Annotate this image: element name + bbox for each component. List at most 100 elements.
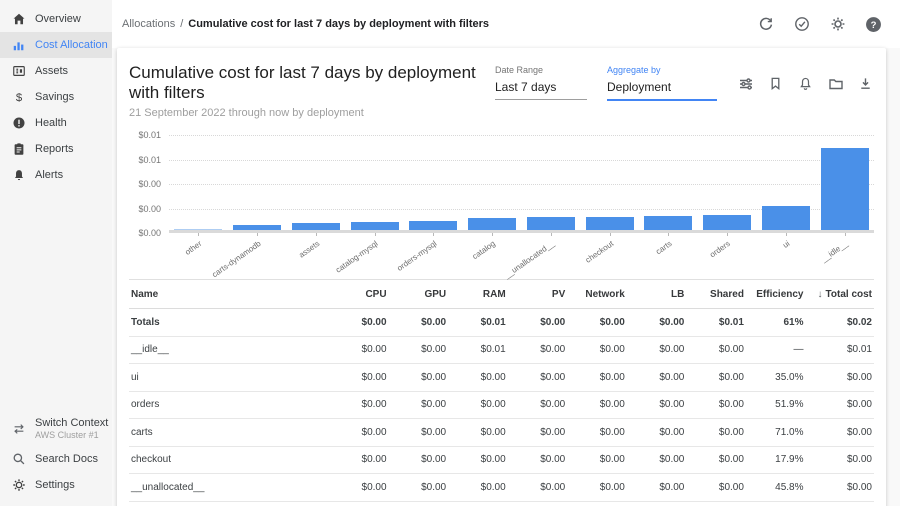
column-header-name[interactable]: Name [129, 289, 329, 300]
help-icon[interactable]: ? [865, 16, 882, 33]
column-header-cpu[interactable]: CPU [329, 289, 389, 300]
filters-tune-icon[interactable] [737, 75, 754, 92]
table-row-unallocated[interactable]: __unallocated__$0.00$0.00$0.00$0.00$0.00… [129, 474, 874, 502]
folder-icon[interactable] [827, 75, 844, 92]
row-value: $0.00 [508, 317, 568, 328]
bar-catalog[interactable] [468, 218, 516, 230]
row-value: 61% [746, 317, 806, 328]
cost-table: NameCPUGPURAMPVNetworkLBSharedEfficiency… [129, 279, 874, 506]
x-axis-label: assets [297, 239, 321, 260]
y-tick-label: $0.00 [138, 228, 161, 238]
sidebar-item-savings[interactable]: $Savings [0, 84, 112, 110]
row-value: $0.00 [448, 427, 508, 438]
table-row-carts[interactable]: carts$0.00$0.00$0.00$0.00$0.00$0.00$0.00… [129, 419, 874, 447]
row-value: $0.00 [389, 344, 449, 355]
health-icon [12, 116, 26, 130]
table-row-catalog[interactable]: catalog$0.00$0.00$0.00$0.00$0.00$0.00$0.… [129, 502, 874, 506]
row-value: — [746, 344, 806, 355]
row-value: $0.00 [806, 482, 875, 493]
bar-checkout[interactable] [586, 217, 634, 230]
row-name: orders [129, 399, 329, 410]
table-row-orders[interactable]: orders$0.00$0.00$0.00$0.00$0.00$0.00$0.0… [129, 392, 874, 420]
sidebar-item-reports[interactable]: Reports [0, 136, 112, 162]
x-tick [198, 233, 199, 236]
gear-icon [12, 478, 26, 492]
sidebar-nav: OverviewCost AllocationAssets$SavingsHea… [0, 6, 112, 188]
table-row-ui[interactable]: ui$0.00$0.00$0.00$0.00$0.00$0.00$0.0035.… [129, 364, 874, 392]
sidebar-item-switch-context[interactable]: Switch Context AWS Cluster #1 [0, 411, 112, 446]
row-value: $0.00 [508, 344, 568, 355]
sidebar-bottom: Switch Context AWS Cluster #1 Search Doc… [0, 411, 112, 498]
assets-icon [12, 64, 26, 78]
search-docs-label: Search Docs [35, 453, 98, 465]
bell-icon[interactable] [797, 75, 814, 92]
sidebar-item-label: Reports [35, 143, 74, 155]
bar-carts[interactable] [644, 216, 692, 230]
x-tick [610, 233, 611, 236]
refresh-icon[interactable] [757, 16, 774, 33]
sort-descending-icon: ↓ [818, 289, 823, 300]
x-axis-label: other [183, 239, 203, 257]
sidebar-item-alerts[interactable]: Alerts [0, 162, 112, 188]
bookmark-icon[interactable] [767, 75, 784, 92]
column-header-ram[interactable]: RAM [448, 289, 508, 300]
aggregate-select[interactable]: Deployment [607, 78, 717, 101]
sidebar-item-cost-allocation[interactable]: Cost Allocation [0, 32, 112, 58]
bars-row [169, 135, 874, 230]
card-header: Cumulative cost for last 7 days by deplo… [129, 63, 874, 119]
row-value: $0.00 [329, 317, 389, 328]
row-value: $0.00 [567, 344, 627, 355]
row-value: $0.00 [686, 454, 746, 465]
row-value: $0.00 [329, 372, 389, 383]
table-row-idle[interactable]: __idle__$0.00$0.00$0.01$0.00$0.00$0.00$0… [129, 337, 874, 365]
column-header-lb[interactable]: LB [627, 289, 687, 300]
bar-assets[interactable] [292, 223, 340, 230]
sidebar-item-health[interactable]: Health [0, 110, 112, 136]
table-row-totals[interactable]: Totals$0.00$0.00$0.01$0.00$0.00$0.00$0.0… [129, 309, 874, 337]
row-value: $0.00 [627, 317, 687, 328]
row-name: checkout [129, 454, 329, 465]
row-value: $0.00 [329, 454, 389, 465]
breadcrumb: Allocations / Cumulative cost for last 7… [122, 18, 489, 30]
bar-ui[interactable] [762, 206, 810, 231]
date-range-select[interactable]: Last 7 days [495, 78, 587, 100]
column-header-shared[interactable]: Shared [686, 289, 746, 300]
row-value: $0.00 [567, 427, 627, 438]
row-value: $0.00 [567, 454, 627, 465]
sidebar-item-overview[interactable]: Overview [0, 6, 112, 32]
row-value: $0.00 [567, 399, 627, 410]
sidebar-item-assets[interactable]: Assets [0, 58, 112, 84]
bar-carts-dynamodb[interactable] [233, 225, 281, 230]
download-icon[interactable] [857, 75, 874, 92]
breadcrumb-current: Cumulative cost for last 7 days by deplo… [188, 18, 489, 30]
bar-other[interactable] [174, 229, 222, 230]
switch-context-icon [12, 422, 26, 436]
bar-orders[interactable] [703, 215, 751, 230]
row-value: $0.01 [806, 344, 875, 355]
page-title: Cumulative cost for last 7 days by deplo… [129, 63, 495, 103]
control-icons [737, 65, 874, 92]
sidebar-item-search-docs[interactable]: Search Docs [0, 446, 112, 472]
row-value: $0.00 [627, 399, 687, 410]
column-header-gpu[interactable]: GPU [389, 289, 449, 300]
column-header-network[interactable]: Network [567, 289, 627, 300]
column-header-total-cost[interactable]: ↓Total cost [806, 289, 875, 300]
bar-__unallocated__[interactable] [527, 217, 575, 230]
settings-gear-icon[interactable] [829, 16, 846, 33]
row-name: ui [129, 372, 329, 383]
bar-orders-mysql[interactable] [409, 221, 457, 230]
bar-catalog-mysql[interactable] [351, 222, 399, 230]
aggregate-select-group: Aggregate by Deployment [607, 65, 717, 101]
column-header-pv[interactable]: PV [508, 289, 568, 300]
y-tick-label: $0.00 [138, 179, 161, 189]
x-axis-label: carts [654, 239, 673, 256]
check-circle-icon[interactable] [793, 16, 810, 33]
x-axis-labels: othercarts-dynamodbassetscatalog-mysqlor… [169, 233, 874, 265]
row-name: carts [129, 427, 329, 438]
table-row-checkout[interactable]: checkout$0.00$0.00$0.00$0.00$0.00$0.00$0… [129, 447, 874, 475]
sidebar-item-settings[interactable]: Settings [0, 472, 112, 498]
bar-__idle__[interactable] [821, 148, 869, 230]
row-value: $0.00 [389, 399, 449, 410]
column-header-efficiency[interactable]: Efficiency [746, 289, 806, 300]
breadcrumb-allocations-link[interactable]: Allocations [122, 18, 175, 30]
